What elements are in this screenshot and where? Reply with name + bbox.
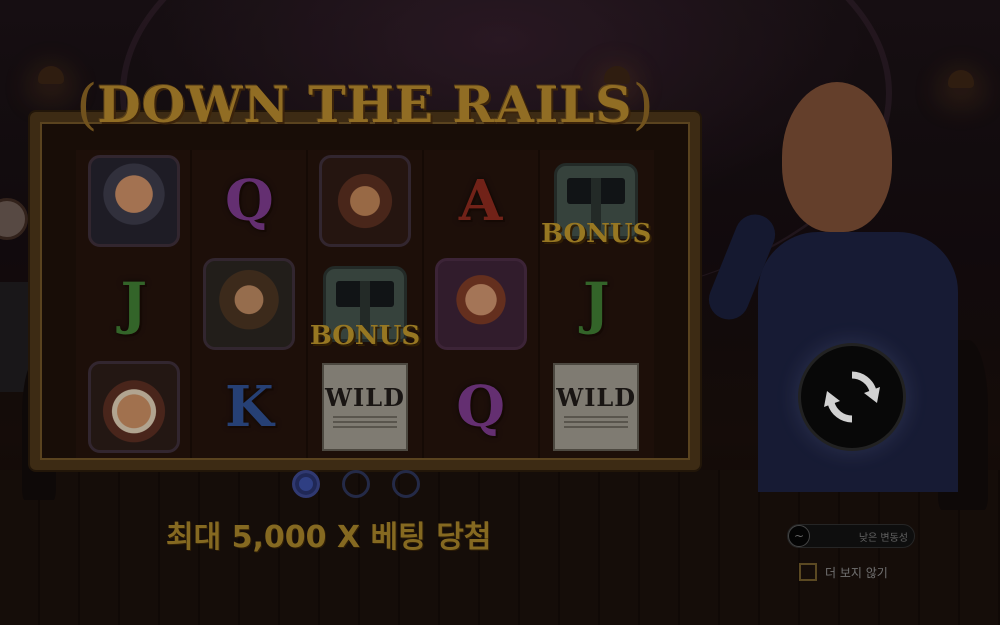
pagination-dot[interactable] — [292, 470, 320, 498]
promo-text: 최대 5,000 X 베팅 당첨 — [166, 520, 492, 555]
reel-cell: Q — [192, 150, 308, 253]
symbol-j: J — [120, 270, 148, 337]
lamp-icon — [38, 66, 64, 84]
dont-show-again-label: 더 보지 않기 — [825, 565, 888, 580]
wild-symbol-label: WILD — [556, 383, 637, 413]
reel-cell — [423, 253, 539, 356]
reel-cell: Q — [423, 355, 539, 458]
symbol-a: A — [458, 168, 503, 235]
dont-show-again-toggle[interactable]: 더 보지 않기 — [799, 563, 888, 581]
newspaper-icon: WILD — [321, 362, 408, 451]
spin-button[interactable] — [798, 343, 906, 451]
pagination-dot[interactable] — [342, 470, 370, 498]
reel-cell: K — [192, 355, 308, 458]
reel-cell: J — [76, 253, 192, 356]
clock-icon — [0, 198, 28, 240]
wild-symbol-label: WILD — [325, 383, 405, 413]
reel-cell: BONUS — [538, 150, 654, 253]
symbol-j: J — [582, 270, 610, 337]
bonus-symbol-label: BONUS — [541, 218, 652, 249]
mascot-head — [782, 82, 892, 232]
bonus-symbol-label: BONUS — [309, 321, 421, 352]
volatility-label: 낮은 변동성 — [858, 532, 908, 544]
pagination-dots — [292, 470, 420, 498]
refresh-icon — [824, 371, 880, 423]
pagination-dot[interactable] — [392, 470, 420, 498]
volatility-icon: ~ — [788, 525, 810, 547]
reel-cell — [76, 150, 192, 253]
game-title: DOWN THE RAILS — [97, 74, 633, 134]
reel-cell: A — [423, 150, 539, 253]
reel-cell — [192, 253, 308, 356]
logo-paren-left: ( — [76, 72, 98, 136]
king-portrait-icon — [87, 360, 180, 453]
logo-paren-right: ) — [632, 72, 654, 136]
game-logo: ( DOWN THE RAILS ) — [76, 62, 653, 146]
reel-grid: Q A BONUS J BONUS J K WILD Q WILD — [76, 150, 654, 458]
symbol-q: Q — [456, 373, 505, 440]
reel-cell: BONUS — [307, 253, 423, 356]
wigged-man-portrait-icon — [203, 257, 296, 350]
reel-cell — [307, 150, 423, 253]
lady-portrait-icon — [434, 257, 527, 350]
newspaper-lines — [332, 416, 397, 431]
bald-man-portrait-icon — [87, 155, 180, 248]
newspaper-icon: WILD — [553, 362, 640, 451]
reel-cell: J — [538, 253, 654, 356]
reel-cell: WILD — [538, 355, 654, 458]
symbol-q: Q — [225, 168, 274, 235]
cavalier-portrait-icon — [318, 155, 411, 248]
reel-cell: WILD — [307, 355, 423, 458]
reel-cell — [76, 355, 192, 458]
volatility-indicator: ~ 낮은 변동성 — [787, 524, 915, 548]
dont-show-again-checkbox[interactable] — [799, 563, 817, 581]
newspaper-lines — [564, 416, 629, 431]
symbol-k: K — [225, 373, 274, 440]
